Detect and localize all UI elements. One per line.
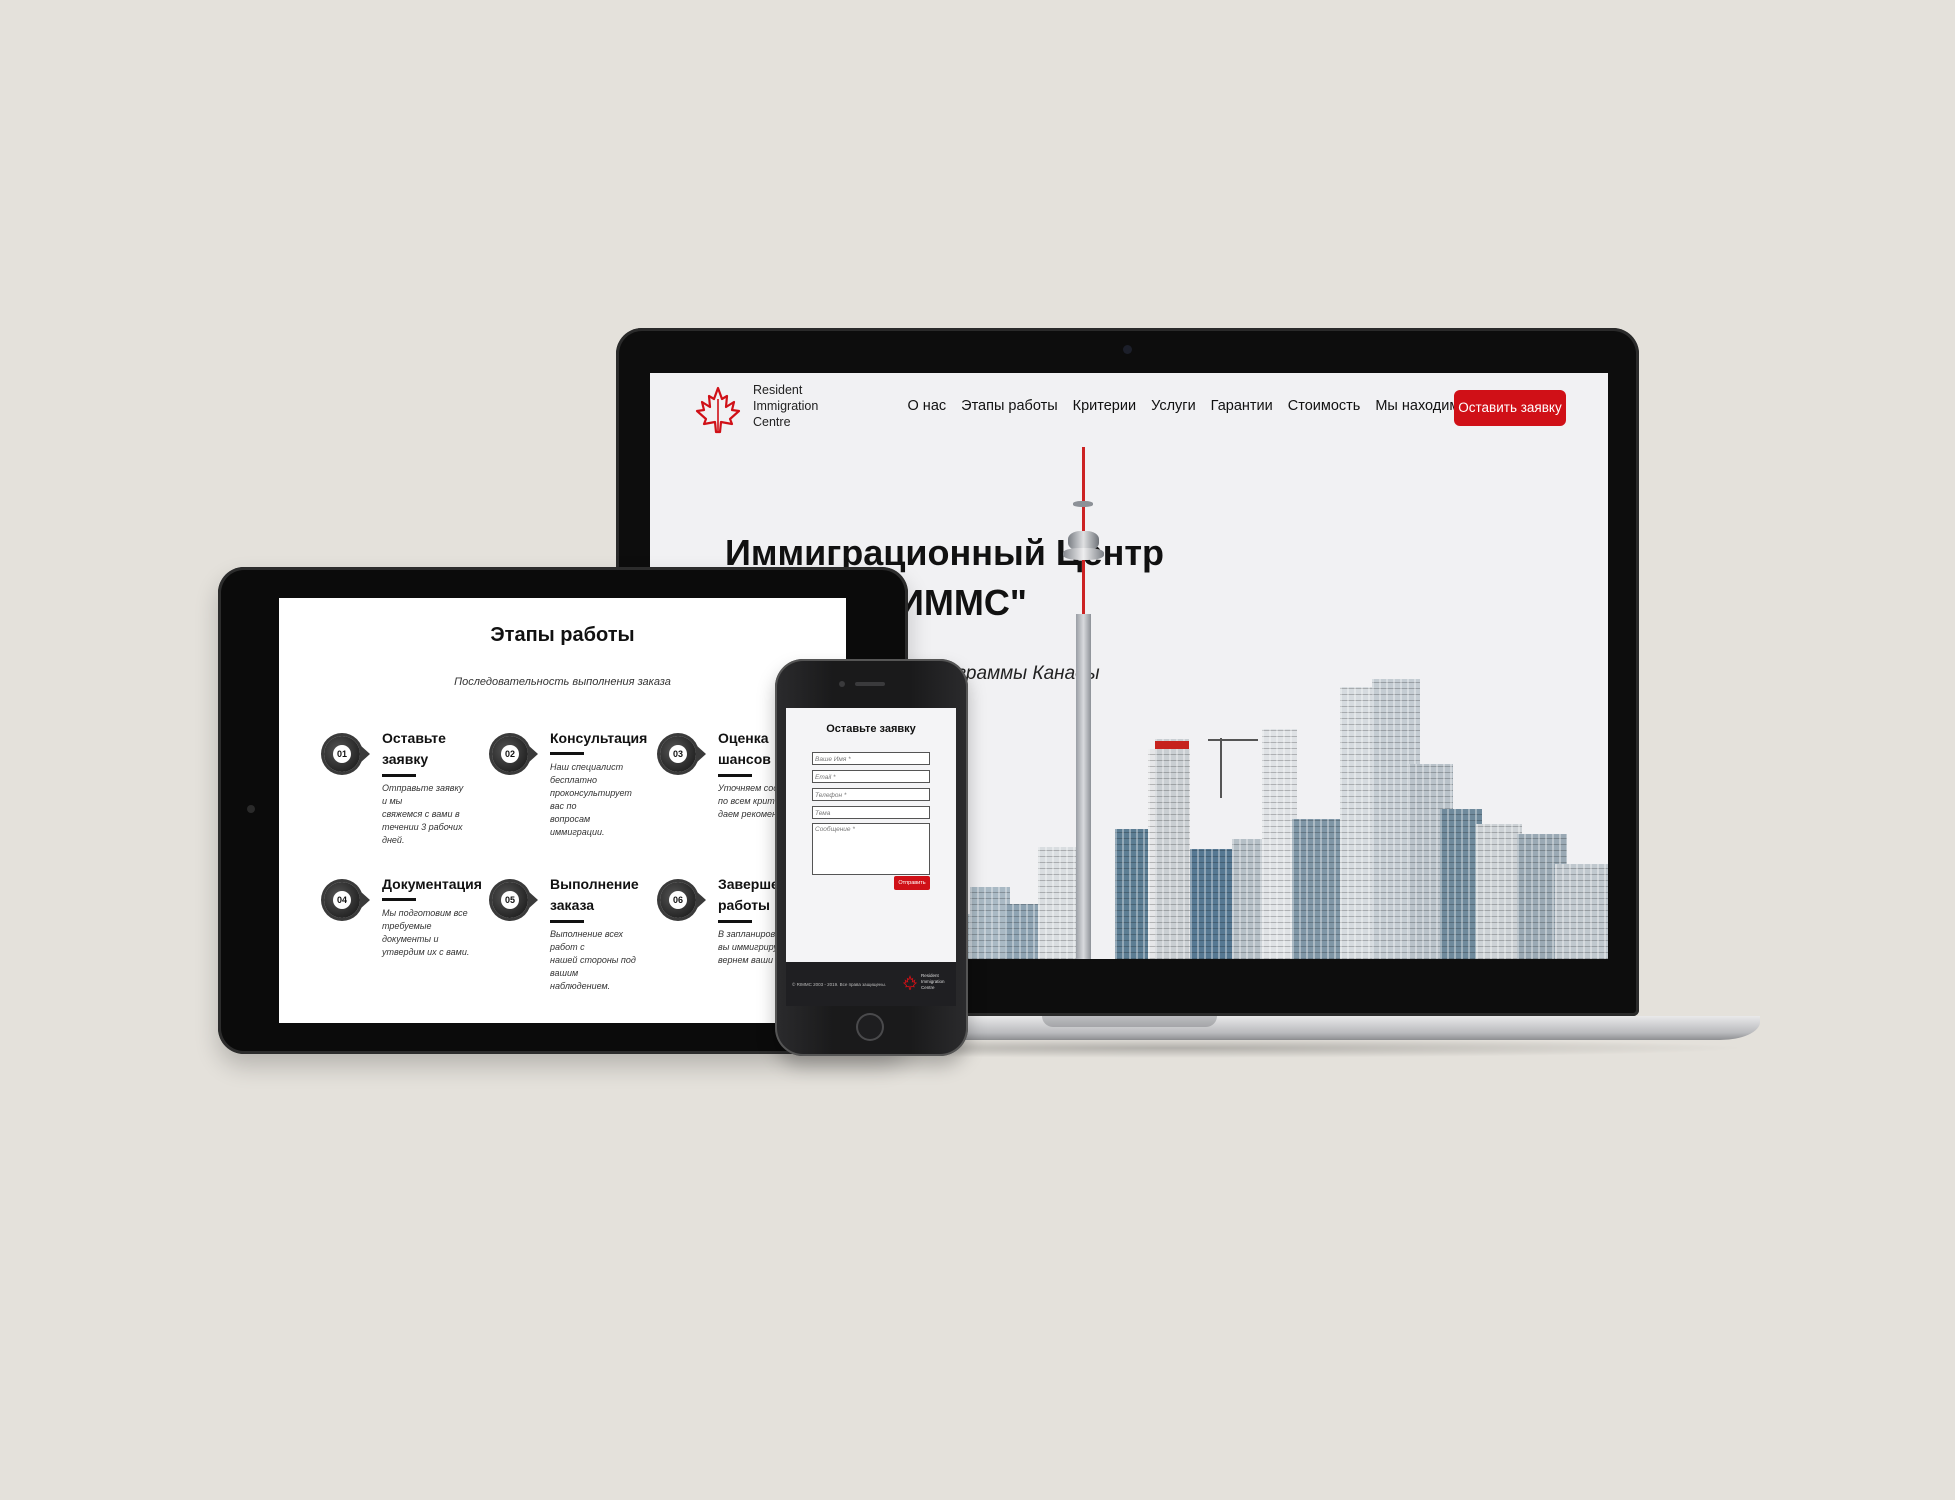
step-number: 04 — [333, 891, 351, 909]
maple-leaf-logo-icon — [903, 975, 917, 990]
site-footer: © RIMMC 2003 - 2019. Все права защищены.… — [786, 962, 956, 1006]
phone-camera-icon — [839, 681, 845, 687]
step-item: 05 Выполнение заказа Выполнение всех раб… — [492, 874, 652, 991]
step-text: Выполнение всех работ с нашей стороны по… — [550, 928, 638, 993]
section-subtitle: Последовательность выполнения заказа — [454, 676, 671, 688]
step-item: 01 Оставьте заявку Отправьте заявку и мы… — [324, 728, 484, 845]
step-number: 02 — [501, 745, 519, 763]
step-title-line: заявку — [382, 751, 429, 767]
step-text: Мы подготовим все требуемые документы и … — [382, 907, 470, 959]
step-number: 01 — [333, 745, 351, 763]
step-title: Выполнение заказа — [550, 874, 660, 916]
tablet-screen: Этапы работы Последовательность выполнен… — [279, 598, 846, 1023]
step-text-line: свяжемся с вами в — [382, 809, 460, 819]
message-field[interactable]: Сообщение * — [812, 823, 930, 875]
step-underline — [550, 752, 584, 755]
step-text-line: требуемые документы и — [382, 921, 439, 944]
phone-screen: Оставьте заявку Ваше Имя * Email * Телеф… — [786, 708, 956, 1006]
email-field[interactable]: Email * — [812, 770, 930, 783]
step-number: 06 — [669, 891, 687, 909]
phone-speaker — [855, 682, 885, 686]
name-field[interactable]: Ваше Имя * — [812, 752, 930, 765]
step-item: 02 Консультация Наш специалист бесплатно… — [492, 728, 652, 838]
step-text-line: бесплатно — [550, 775, 597, 785]
step-text-line: вашим наблюдением. — [550, 968, 611, 991]
step-title: Консультация — [550, 728, 660, 749]
logo-text-line: Centre — [921, 985, 935, 990]
step-title: Оставьте заявку — [382, 728, 492, 770]
laptop-notch — [1042, 1016, 1217, 1027]
step-underline — [550, 920, 584, 923]
step-item: 04 Документация Мы подготовим все требуе… — [324, 874, 484, 984]
step-text-line: утвердим их с вами. — [382, 947, 470, 957]
step-title-line: Оставьте — [382, 730, 446, 746]
step-title: Документация — [382, 874, 492, 895]
step-title-line: Выполнение — [550, 876, 639, 892]
step-text-line: Отправьте заявку и мы — [382, 783, 464, 806]
tablet-camera-icon — [247, 805, 255, 813]
step-title-line: заказа — [550, 897, 595, 913]
step-text-line: Выполнение всех работ с — [550, 929, 623, 952]
send-button[interactable]: Отправить — [894, 876, 930, 890]
step-text-line: течении 3 рабочих дней. — [382, 822, 463, 845]
step-text-line: проконсультирует вас по — [550, 788, 632, 811]
step-underline — [382, 898, 416, 901]
form-title: Оставьте заявку — [826, 723, 916, 735]
subject-field[interactable]: Тема — [812, 806, 930, 819]
step-title-line: Консультация — [550, 730, 648, 746]
step-text-line: Мы подготовим все — [382, 908, 468, 918]
step-title-line: Документация — [382, 876, 482, 892]
step-text-line: нашей стороны под — [550, 955, 636, 965]
laptop-camera-icon — [1123, 345, 1132, 354]
step-number: 05 — [501, 891, 519, 909]
step-text-line: вопросам иммиграции. — [550, 814, 605, 837]
copyright-text: © RIMMC 2003 - 2019. Все права защищены. — [792, 982, 887, 987]
footer-logo-text: Resident Immigration Centre — [921, 973, 945, 991]
step-underline — [718, 774, 752, 777]
step-number: 03 — [669, 745, 687, 763]
step-text-line: Наш специалист — [550, 762, 624, 772]
phone-field[interactable]: Телефон * — [812, 788, 930, 801]
step-underline — [718, 920, 752, 923]
step-text: Отправьте заявку и мы свяжемся с вами в … — [382, 782, 470, 847]
step-underline — [382, 774, 416, 777]
section-title: Этапы работы — [490, 624, 635, 646]
step-text: Наш специалист бесплатно проконсультируе… — [550, 761, 638, 839]
home-button[interactable] — [856, 1013, 884, 1041]
